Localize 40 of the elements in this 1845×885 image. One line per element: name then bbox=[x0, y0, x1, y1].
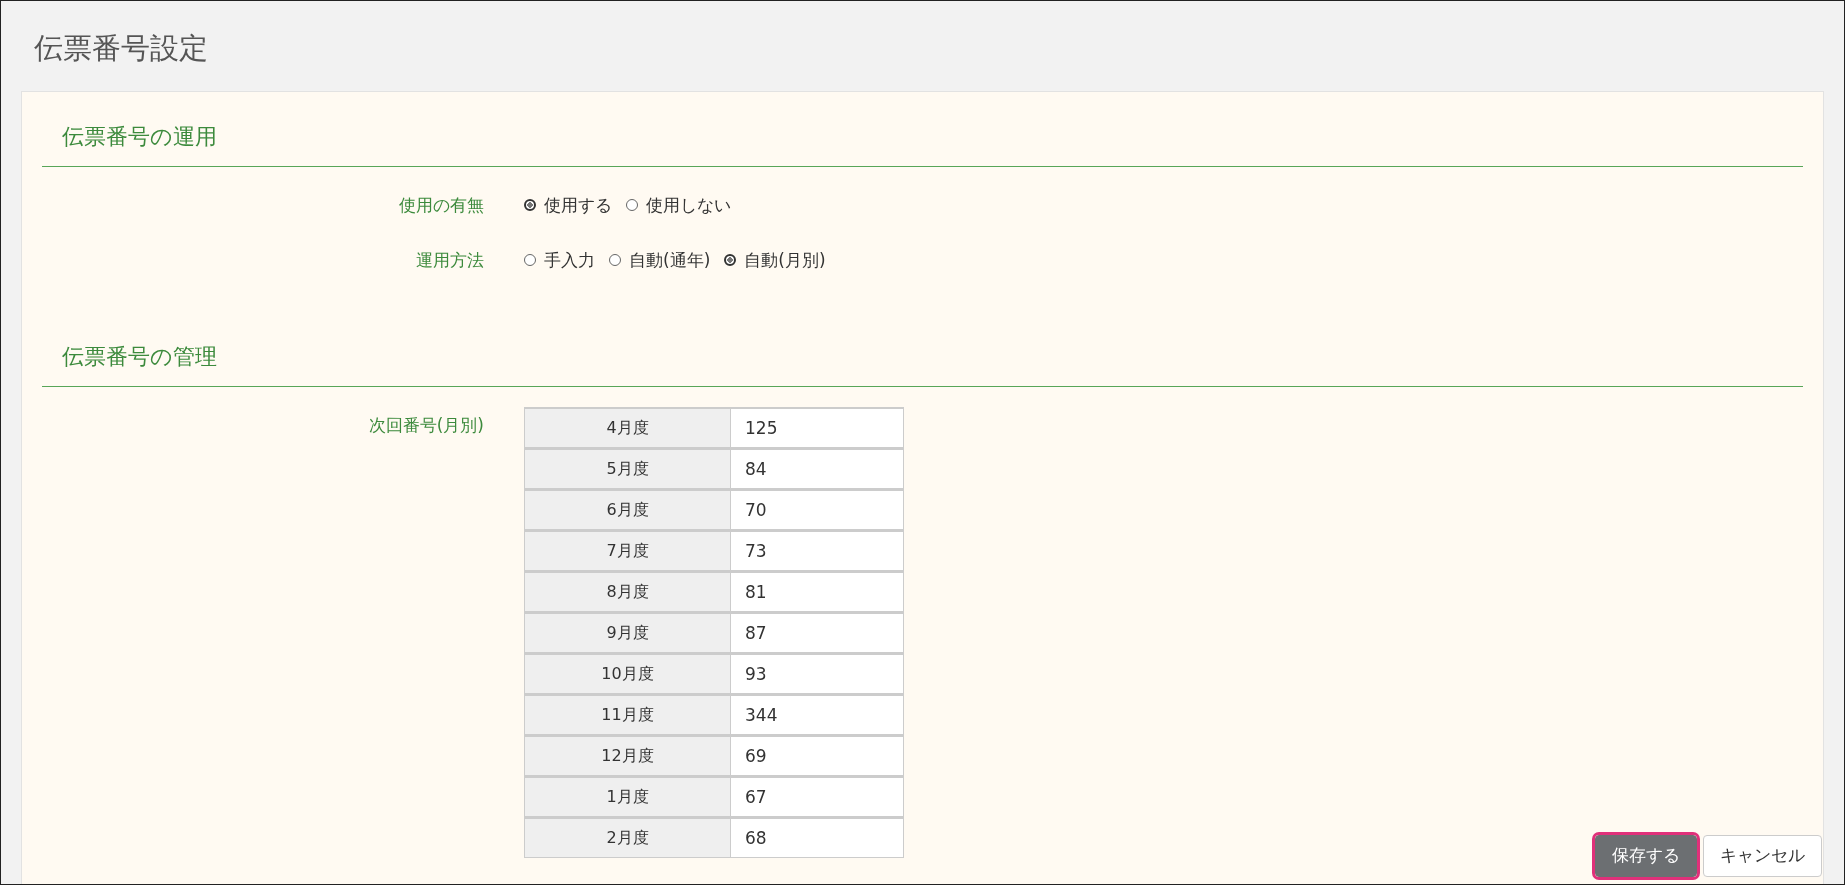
month-cell: 8月度 bbox=[524, 571, 730, 612]
radio-option[interactable]: 自動(月別) bbox=[724, 248, 826, 272]
month-cell: 10月度 bbox=[524, 653, 730, 694]
radio-option[interactable]: 自動(通年) bbox=[609, 248, 711, 272]
field-label: 運用方法 bbox=[415, 249, 485, 272]
number-input[interactable]: 344 bbox=[730, 694, 904, 735]
save-button[interactable]: 保存する bbox=[1595, 834, 1697, 877]
month-cell: 4月度 bbox=[524, 407, 730, 448]
cancel-button[interactable]: キャンセル bbox=[1703, 834, 1822, 877]
number-input[interactable]: 84 bbox=[730, 448, 904, 489]
month-cell: 2月度 bbox=[524, 817, 730, 858]
number-input[interactable]: 70 bbox=[730, 489, 904, 530]
radio-button[interactable] bbox=[626, 199, 638, 211]
number-input[interactable]: 81 bbox=[730, 571, 904, 612]
radio-option[interactable]: 使用する bbox=[524, 193, 612, 217]
section-heading: 伝票番号の管理 bbox=[42, 332, 1803, 387]
field-label: 次回番号(月別) bbox=[367, 414, 485, 437]
section-heading: 伝票番号の運用 bbox=[42, 112, 1803, 167]
number-input[interactable]: 68 bbox=[730, 817, 904, 858]
month-cell: 5月度 bbox=[524, 448, 730, 489]
radio-button[interactable] bbox=[524, 199, 536, 211]
radio-button[interactable] bbox=[609, 254, 621, 266]
number-input[interactable]: 87 bbox=[730, 612, 904, 653]
month-cell: 11月度 bbox=[524, 694, 730, 735]
month-cell: 9月度 bbox=[524, 612, 730, 653]
number-input[interactable]: 73 bbox=[730, 530, 904, 571]
field-label: 使用の有無 bbox=[398, 194, 485, 217]
radio-button[interactable] bbox=[524, 254, 536, 266]
month-cell: 7月度 bbox=[524, 530, 730, 571]
number-input[interactable]: 69 bbox=[730, 735, 904, 776]
number-input[interactable]: 125 bbox=[730, 407, 904, 448]
radio-option[interactable]: 手入力 bbox=[524, 248, 595, 272]
number-input[interactable]: 67 bbox=[730, 776, 904, 817]
radio-option[interactable]: 使用しない bbox=[626, 193, 731, 217]
page-title: 伝票番号設定 bbox=[33, 30, 209, 67]
month-cell: 12月度 bbox=[524, 735, 730, 776]
month-cell: 1月度 bbox=[524, 776, 730, 817]
radio-button[interactable] bbox=[724, 254, 737, 266]
month-cell: 6月度 bbox=[524, 489, 730, 530]
number-input[interactable]: 93 bbox=[730, 653, 904, 694]
